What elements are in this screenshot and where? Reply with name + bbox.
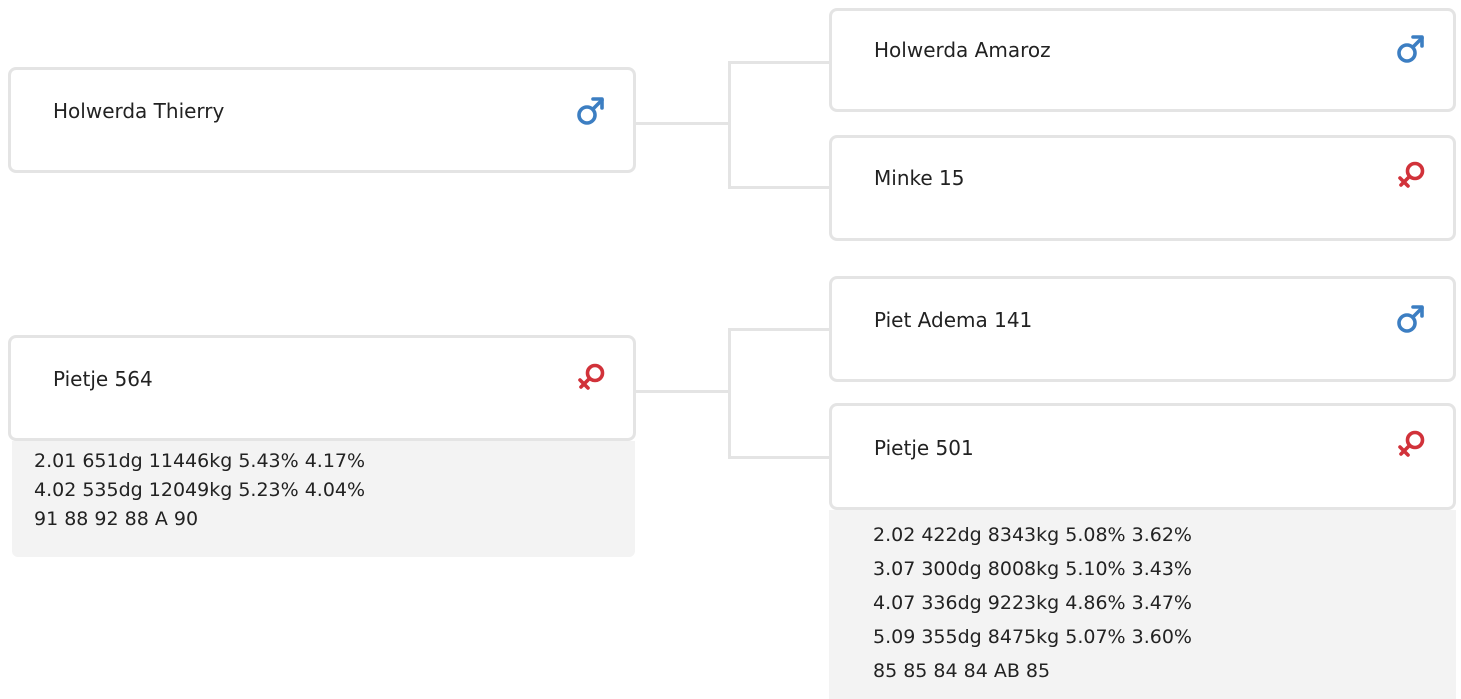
pedigree-card-maternal-grandmother[interactable]: Pietje 501 — [829, 403, 1456, 510]
connector-father-vertical — [728, 61, 731, 189]
info-line: 3.07 300dg 8008kg 5.10% 3.43% — [873, 558, 1192, 580]
connector-paternal-grandmother — [728, 186, 831, 189]
connector-mother-vertical — [728, 328, 731, 459]
connector-father-stem — [635, 122, 731, 125]
production-info-mother: 2.01 651dg 11446kg 5.43% 4.17% 4.02 535d… — [12, 441, 635, 557]
male-icon — [1396, 33, 1426, 65]
animal-name: Holwerda Thierry — [53, 99, 225, 123]
female-icon — [576, 361, 606, 393]
info-line: 4.07 336dg 9223kg 4.86% 3.47% — [873, 592, 1192, 614]
pedigree-card-paternal-grandfather[interactable]: Holwerda Amaroz — [829, 8, 1456, 112]
animal-name: Piet Adema 141 — [874, 308, 1033, 332]
connector-maternal-grandmother — [728, 456, 831, 459]
animal-name: Holwerda Amaroz — [874, 38, 1051, 62]
info-line: 2.02 422dg 8343kg 5.08% 3.62% — [873, 524, 1192, 546]
info-line: 2.01 651dg 11446kg 5.43% 4.17% — [34, 450, 366, 472]
male-icon — [1396, 303, 1426, 335]
connector-mother-stem — [635, 390, 731, 393]
connector-maternal-grandfather — [728, 328, 831, 331]
production-info-maternal-grandmother: 2.02 422dg 8343kg 5.08% 3.62% 3.07 300dg… — [829, 510, 1456, 699]
pedigree-card-mother[interactable]: Pietje 564 — [8, 335, 636, 441]
connector-paternal-grandfather — [728, 61, 831, 64]
pedigree-card-father[interactable]: Holwerda Thierry — [8, 67, 636, 173]
info-line: 85 85 84 84 AB 85 — [873, 660, 1051, 682]
info-line: 5.09 355dg 8475kg 5.07% 3.60% — [873, 626, 1192, 648]
animal-name: Pietje 501 — [874, 436, 974, 460]
female-icon — [1396, 159, 1426, 191]
female-icon — [1396, 428, 1426, 460]
info-line: 4.02 535dg 12049kg 5.23% 4.04% — [34, 479, 366, 501]
info-line: 91 88 92 88 A 90 — [34, 508, 199, 530]
pedigree-card-maternal-grandfather[interactable]: Piet Adema 141 — [829, 276, 1456, 382]
pedigree-card-paternal-grandmother[interactable]: Minke 15 — [829, 135, 1456, 241]
animal-name: Minke 15 — [874, 166, 965, 190]
male-icon — [576, 95, 606, 127]
animal-name: Pietje 564 — [53, 367, 153, 391]
